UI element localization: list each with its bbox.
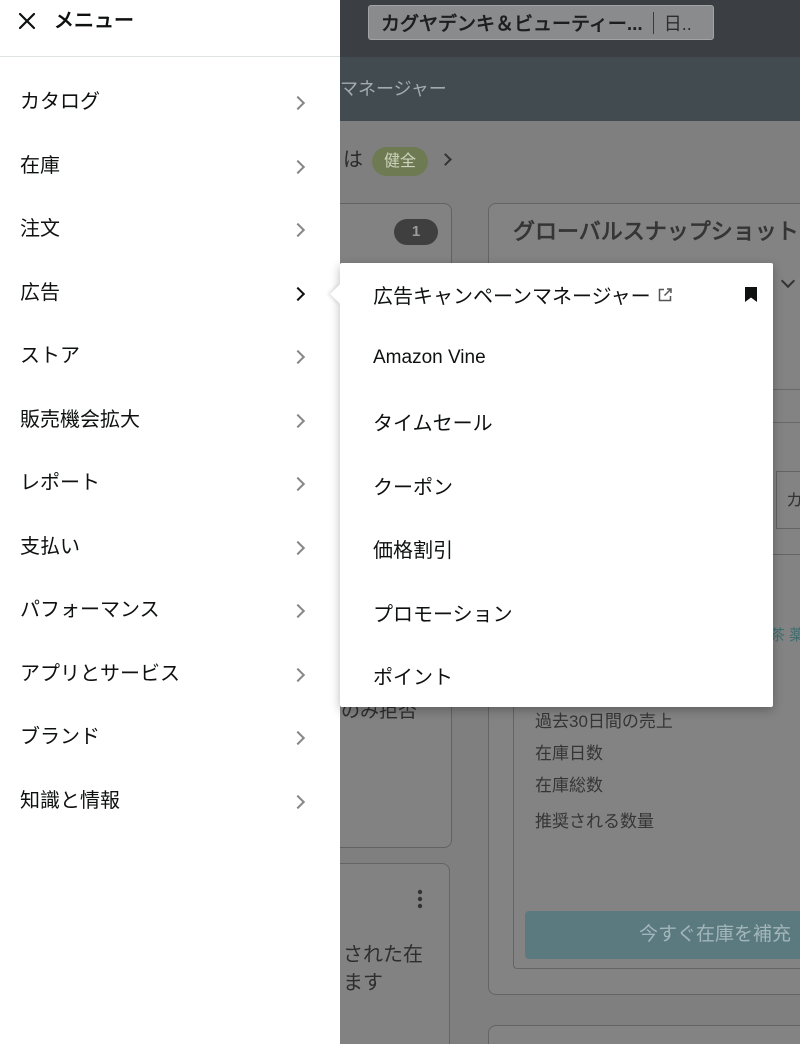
menu-item-label: 在庫: [20, 154, 60, 177]
menu-item-label: ブランド: [20, 726, 100, 748]
menu-item-label: 広告: [20, 281, 60, 304]
submenu-item-label: 価格割引: [373, 540, 453, 563]
menu-item-payments[interactable]: 支払い: [0, 516, 340, 580]
menu-item-label: 注文: [20, 218, 60, 240]
menu-item-reports[interactable]: レポート: [0, 452, 340, 516]
menu-item-learn[interactable]: 知識と情報: [0, 770, 340, 834]
submenu-item-amazon-vine[interactable]: Amazon Vine: [340, 327, 773, 391]
menu-item-label: パフォーマンス: [20, 599, 160, 621]
chevron-right-icon: [290, 413, 306, 428]
submenu-item-label: 広告キャンペーンマネージャー: [373, 286, 651, 309]
menu-header: メニュー: [0, 0, 340, 57]
menu-item-label: 知識と情報: [20, 789, 120, 812]
menu-item-label: 支払い: [20, 535, 80, 558]
submenu-item-label: Amazon Vine: [373, 347, 486, 369]
menu-item-inventory[interactable]: 在庫: [0, 135, 340, 199]
advertising-submenu: 広告キャンペーンマネージャー Amazon Vine タイムセール クーポン 価…: [330, 263, 773, 708]
submenu-item-points[interactable]: ポイント: [340, 644, 773, 708]
chevron-right-icon: [290, 603, 306, 619]
menu-item-catalog[interactable]: カタログ: [0, 71, 340, 135]
chevron-right-icon: [290, 540, 306, 555]
close-icon[interactable]: [18, 12, 36, 30]
chevron-right-icon: [290, 730, 306, 746]
menu-item-performance[interactable]: パフォーマンス: [0, 579, 340, 643]
side-menu: メニュー カタログ 在庫 注文 広告 ストア 販売機会拡大 レポート 支払い パ…: [0, 0, 340, 1044]
submenu-item-label: ポイント: [373, 667, 453, 690]
submenu-item-promotions[interactable]: プロモーション: [340, 581, 773, 645]
chevron-right-icon: [290, 286, 306, 301]
chevron-right-icon: [290, 95, 306, 111]
menu-item-label: カタログ: [20, 91, 100, 113]
chevron-right-icon: [290, 794, 306, 809]
menu-title: メニュー: [54, 10, 134, 32]
menu-item-label: アプリとサービス: [20, 662, 180, 685]
chevron-right-icon: [290, 476, 306, 492]
chevron-right-icon: [290, 349, 306, 365]
menu-item-label: レポート: [20, 472, 100, 494]
menu-item-label: ストア: [20, 345, 80, 367]
submenu-item-label: クーポン: [373, 476, 453, 499]
submenu-item-lightning-deals[interactable]: タイムセール: [340, 390, 773, 454]
external-link-icon: [658, 288, 672, 301]
submenu-item-price-discounts[interactable]: 価格割引: [340, 517, 773, 581]
menu-item-stores[interactable]: ストア: [0, 325, 340, 389]
menu-item-label: 販売機会拡大: [20, 408, 140, 431]
submenu-item-label: プロモーション: [373, 603, 513, 626]
chevron-right-icon: [290, 222, 306, 238]
chevron-right-icon: [290, 667, 306, 682]
menu-item-orders[interactable]: 注文: [0, 198, 340, 262]
submenu-item-campaign-manager[interactable]: 広告キャンペーンマネージャー: [340, 263, 773, 327]
menu-item-apps-services[interactable]: アプリとサービス: [0, 643, 340, 707]
menu-list: カタログ 在庫 注文 広告 ストア 販売機会拡大 レポート 支払い パフォーマン…: [0, 71, 340, 833]
menu-item-growth[interactable]: 販売機会拡大: [0, 389, 340, 453]
menu-item-advertising[interactable]: 広告: [0, 262, 340, 326]
menu-item-brands[interactable]: ブランド: [0, 706, 340, 770]
bookmark-icon[interactable]: [745, 287, 757, 302]
chevron-right-icon: [290, 159, 306, 174]
submenu-item-coupons[interactable]: クーポン: [340, 454, 773, 518]
submenu-item-label: タイムセール: [373, 413, 493, 436]
